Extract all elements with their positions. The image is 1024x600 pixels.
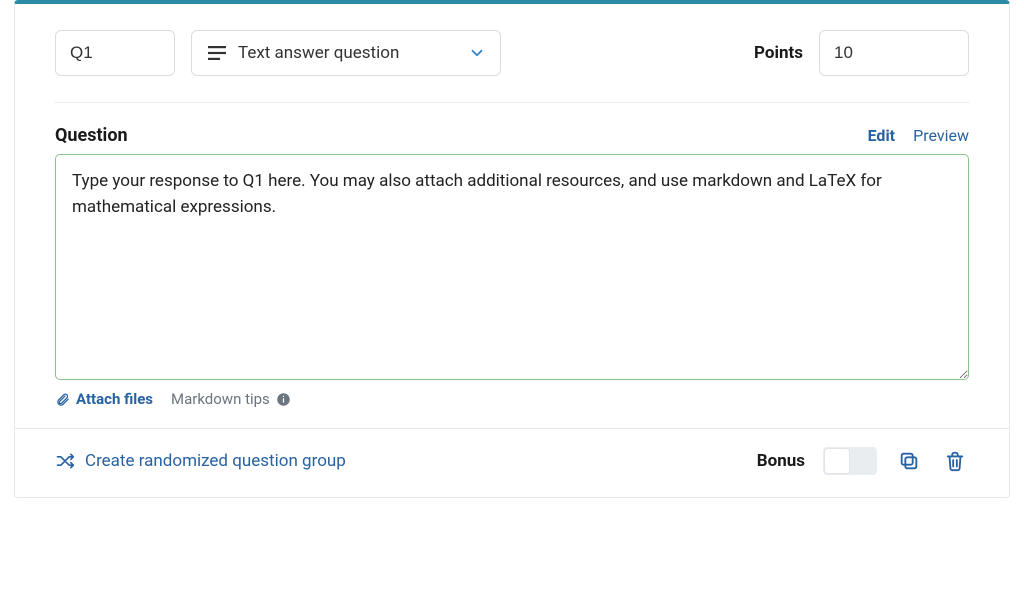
- editor-header: Question Edit Preview: [15, 103, 1009, 154]
- attach-files-label: Attach files: [76, 390, 153, 408]
- question-type-select[interactable]: Text answer question: [191, 30, 501, 76]
- bonus-toggle[interactable]: [823, 447, 877, 475]
- shuffle-icon: [55, 451, 75, 471]
- editor-heading: Question: [55, 125, 128, 146]
- card-footer: Create randomized question group Bonus: [15, 428, 1009, 497]
- question-type-label: Text answer question: [238, 43, 399, 63]
- info-icon: [276, 392, 291, 407]
- question-top-row: Text answer question Points: [15, 4, 1009, 76]
- duplicate-button[interactable]: [895, 447, 923, 475]
- bonus-toggle-thumb: [825, 449, 849, 473]
- create-random-group-button[interactable]: Create randomized question group: [55, 451, 346, 471]
- editor-footer-links: Attach files Markdown tips: [15, 380, 1009, 428]
- bonus-label: Bonus: [757, 451, 805, 471]
- points-label: Points: [754, 43, 803, 63]
- copy-icon: [898, 450, 920, 472]
- markdown-tips-label: Markdown tips: [171, 390, 270, 408]
- question-card: Text answer question Points Question Edi…: [14, 0, 1010, 498]
- question-body-textarea[interactable]: [55, 154, 969, 380]
- points-input[interactable]: [819, 30, 969, 76]
- trash-icon: [944, 450, 966, 472]
- question-name-input[interactable]: [55, 30, 175, 76]
- tab-preview[interactable]: Preview: [913, 126, 969, 145]
- text-lines-icon: [208, 46, 226, 60]
- delete-button[interactable]: [941, 447, 969, 475]
- attach-files-button[interactable]: Attach files: [55, 390, 153, 408]
- paperclip-icon: [55, 392, 70, 407]
- tab-edit[interactable]: Edit: [868, 126, 896, 145]
- create-random-group-label: Create randomized question group: [85, 451, 346, 471]
- editor-tabs: Edit Preview: [868, 126, 969, 145]
- editor-wrap: [15, 154, 1009, 380]
- chevron-down-icon: [468, 44, 486, 62]
- markdown-tips-button[interactable]: Markdown tips: [171, 390, 291, 408]
